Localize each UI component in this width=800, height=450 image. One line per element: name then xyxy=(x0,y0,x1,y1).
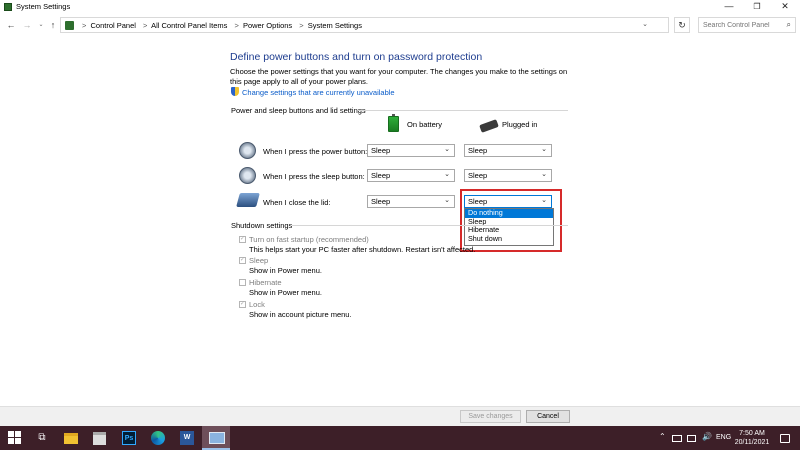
page-title: Define power buttons and turn on passwor… xyxy=(230,51,483,63)
highlight-annotation-box xyxy=(460,189,562,252)
lock-label: Lock xyxy=(249,300,265,309)
main-content: Define power buttons and turn on passwor… xyxy=(0,36,800,426)
breadcrumb-power-options[interactable]: Power Options xyxy=(243,21,292,30)
change-settings-link-label: Change settings that are currently unava… xyxy=(242,88,395,97)
breadcrumb-separator: > xyxy=(299,21,304,30)
address-bar: ← → ⌄ ↑ > Control Panel > All Control Pa… xyxy=(0,14,800,36)
breadcrumb-system-settings[interactable]: System Settings xyxy=(308,21,362,30)
clock-date: 20/11/2021 xyxy=(734,439,770,446)
power-button-label: When I press the power button: xyxy=(263,147,368,156)
cancel-button[interactable]: Cancel xyxy=(526,410,570,423)
address-box[interactable]: > Control Panel > All Control Panel Item… xyxy=(60,17,669,33)
fast-startup-checkbox[interactable]: ✓ xyxy=(239,236,246,243)
breadcrumb: > Control Panel > All Control Panel Item… xyxy=(79,21,364,30)
search-box: ⌕ xyxy=(698,17,796,33)
section-divider xyxy=(358,110,568,111)
power-button-icon xyxy=(239,142,256,159)
title-bar: System Settings — ❐ ✕ xyxy=(0,0,800,14)
shield-icon xyxy=(231,87,239,96)
sleep-button-plugged-select[interactable]: Sleep ⌄ xyxy=(464,169,552,182)
up-arrow-icon[interactable]: ↑ xyxy=(48,19,58,31)
chevron-down-icon: ⌄ xyxy=(541,146,547,153)
network-tray-icon[interactable] xyxy=(687,435,696,442)
hibernate-checkbox[interactable] xyxy=(239,279,246,286)
windows-start-icon[interactable] xyxy=(8,431,21,444)
lock-checkbox[interactable]: ✓ xyxy=(239,301,246,308)
control-panel-icon xyxy=(4,3,12,11)
forward-arrow-icon[interactable]: → xyxy=(22,19,32,31)
battery-icon xyxy=(388,114,399,132)
section-title-buttons: Power and sleep buttons and lid settings xyxy=(231,106,366,115)
select-value: Sleep xyxy=(468,146,488,155)
notification-icon[interactable] xyxy=(780,434,790,443)
window-title: System Settings xyxy=(16,2,71,11)
save-changes-button[interactable]: Save changes xyxy=(460,410,521,423)
section-divider xyxy=(292,225,568,226)
page-description: Choose the power settings that you want … xyxy=(230,67,568,86)
hibernate-label: Hibernate xyxy=(249,278,282,287)
recent-locations-chevron-icon[interactable]: ⌄ xyxy=(36,19,46,31)
breadcrumb-separator: > xyxy=(234,21,239,30)
sleep-button-icon xyxy=(239,167,256,184)
chevron-down-icon: ⌄ xyxy=(444,197,450,204)
power-button-battery-select[interactable]: Sleep ⌄ xyxy=(367,144,455,157)
language-indicator[interactable]: ENG xyxy=(716,434,731,441)
clock-time: 7:50 AM xyxy=(739,430,765,437)
taskbar: ⧉ Ps W ⌃ 🔊 ENG 7:50 AM 20/11/2021 xyxy=(0,426,800,450)
hibernate-desc: Show in Power menu. xyxy=(249,288,322,297)
section-title-shutdown: Shutdown settings xyxy=(231,221,293,230)
chevron-down-icon: ⌄ xyxy=(541,171,547,178)
edge-icon[interactable] xyxy=(151,431,165,445)
search-input[interactable] xyxy=(699,18,779,32)
sleep-checkbox[interactable]: ✓ xyxy=(239,257,246,264)
column-on-battery: On battery xyxy=(407,120,443,129)
file-explorer-icon[interactable] xyxy=(64,433,78,444)
close-lid-label: When I close the lid: xyxy=(263,198,331,207)
volume-icon[interactable]: 🔊 xyxy=(702,432,712,441)
breadcrumb-separator: > xyxy=(82,21,87,30)
show-hidden-icons-icon[interactable]: ⌃ xyxy=(659,432,666,441)
control-panel-icon xyxy=(65,21,74,30)
battery-tray-icon[interactable] xyxy=(672,435,682,442)
select-value: Sleep xyxy=(468,171,488,180)
power-button-plugged-select[interactable]: Sleep ⌄ xyxy=(464,144,552,157)
clock[interactable]: 7:50 AM 20/11/2021 xyxy=(732,429,772,447)
sleep-button-battery-select[interactable]: Sleep ⌄ xyxy=(367,169,455,182)
restore-button[interactable]: ❐ xyxy=(744,0,770,14)
select-value: Sleep xyxy=(371,171,391,180)
chevron-down-icon: ⌄ xyxy=(444,171,450,178)
close-button[interactable]: ✕ xyxy=(772,0,798,14)
laptop-lid-icon xyxy=(236,193,260,207)
breadcrumb-all-items[interactable]: All Control Panel Items xyxy=(151,21,227,30)
refresh-icon[interactable]: ↻ xyxy=(674,17,690,33)
chevron-down-icon: ⌄ xyxy=(444,146,450,153)
close-lid-battery-select[interactable]: Sleep ⌄ xyxy=(367,195,455,208)
sleep-desc: Show in Power menu. xyxy=(249,266,322,275)
search-icon[interactable]: ⌕ xyxy=(787,20,791,30)
breadcrumb-separator: > xyxy=(143,21,148,30)
change-settings-link[interactable]: Change settings that are currently unava… xyxy=(231,87,395,97)
lock-desc: Show in account picture menu. xyxy=(249,310,352,319)
fast-startup-desc: This helps start your PC faster after sh… xyxy=(249,245,476,254)
word-icon[interactable]: W xyxy=(180,431,194,445)
footer-bar: Save changes Cancel xyxy=(0,406,800,426)
address-dropdown-icon[interactable]: ⌄ xyxy=(642,20,648,28)
sleep-button-label: When I press the sleep button: xyxy=(263,172,365,181)
control-panel-taskbar-icon[interactable] xyxy=(202,426,230,450)
fast-startup-label: Turn on fast startup (recommended) xyxy=(249,235,369,244)
photoshop-icon[interactable]: Ps xyxy=(122,431,136,445)
plug-icon xyxy=(479,119,499,133)
select-value: Sleep xyxy=(371,197,391,206)
sleep-label: Sleep xyxy=(249,256,269,265)
minimize-button[interactable]: — xyxy=(716,0,742,14)
back-arrow-icon[interactable]: ← xyxy=(6,19,16,31)
column-plugged-in: Plugged in xyxy=(502,120,538,129)
store-icon[interactable] xyxy=(93,432,106,445)
breadcrumb-control-panel[interactable]: Control Panel xyxy=(90,21,135,30)
task-view-icon[interactable]: ⧉ xyxy=(34,430,50,446)
select-value: Sleep xyxy=(371,146,391,155)
